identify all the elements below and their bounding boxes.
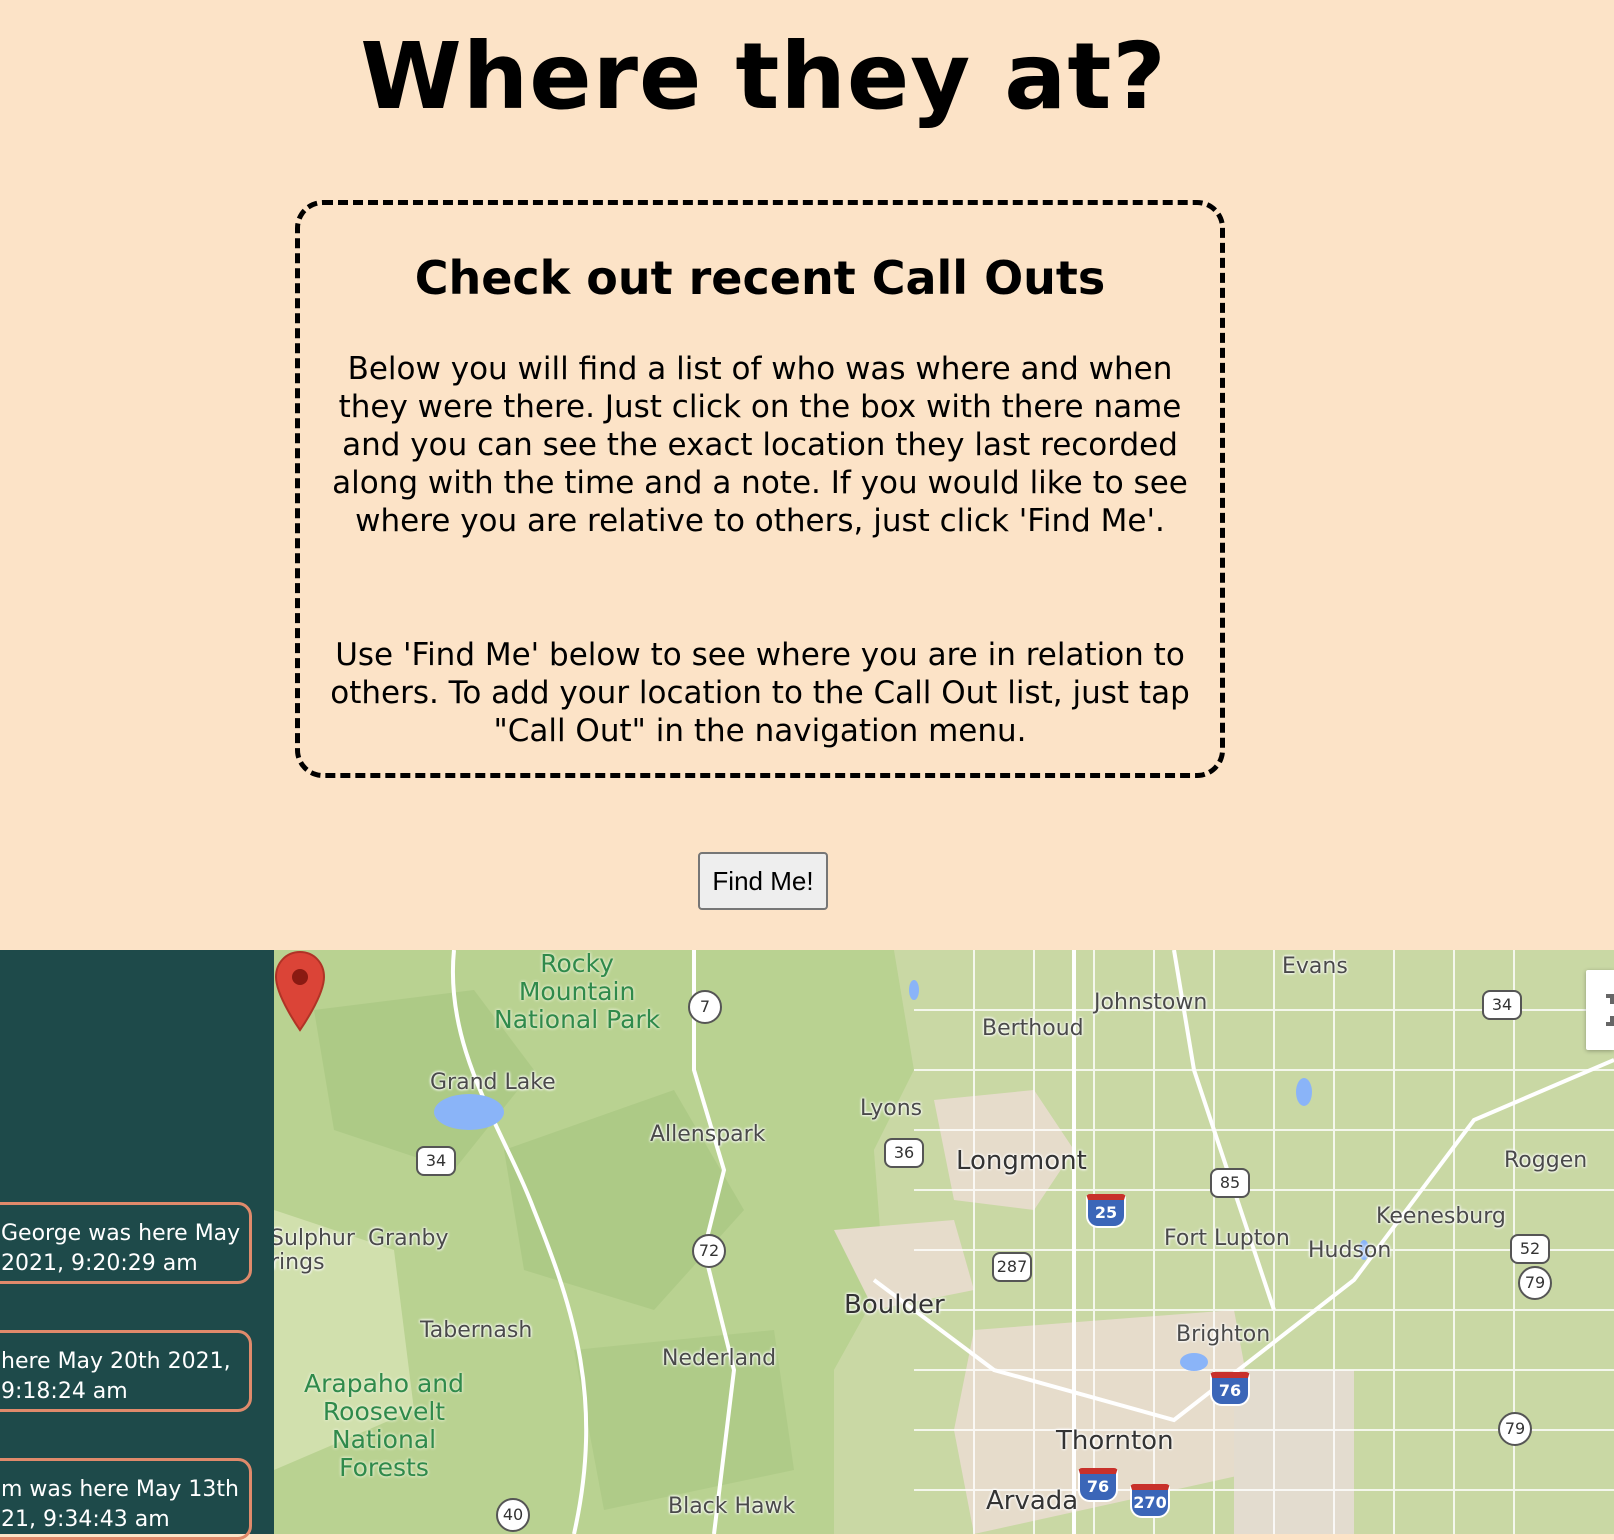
fullscreen-button[interactable]: [1586, 970, 1614, 1050]
map-label-tabernash: Tabernash: [420, 1318, 533, 1343]
fullscreen-icon: [1606, 994, 1614, 1026]
site-title: Where they at?: [360, 23, 1167, 130]
map-label-granby: Granby: [368, 1226, 449, 1251]
map-label-boulder: Boulder: [844, 1290, 945, 1320]
map-label-johnstown: Johnstown: [1094, 990, 1208, 1015]
map-view[interactable]: Rocky Mountain National Park Arapaho and…: [274, 950, 1614, 1534]
callout-item[interactable]: m was here May 13th 21, 9:34:43 am: [0, 1458, 252, 1540]
info-box: Check out recent Call Outs Below you wil…: [295, 200, 1225, 778]
interstate-shield: 76: [1078, 1468, 1118, 1502]
map-label-keenesburg: Keenesburg: [1376, 1204, 1506, 1229]
map-label-hudson: Hudson: [1308, 1238, 1392, 1263]
map-label-black-hawk: Black Hawk: [668, 1494, 796, 1519]
map-label-thornton: Thornton: [1056, 1426, 1174, 1456]
callout-text-line1: here May 20th 2021,: [1, 1349, 231, 1374]
route-shield: 40: [496, 1498, 530, 1532]
route-shield: 34: [1482, 990, 1522, 1020]
route-shield: 7: [688, 990, 722, 1024]
callout-item[interactable]: here May 20th 2021, 9:18:24 am: [0, 1330, 252, 1412]
route-shield: 79: [1498, 1412, 1532, 1446]
route-shield: 34: [416, 1146, 456, 1176]
route-shield: 72: [692, 1234, 726, 1268]
callout-text-line2: 2021, 9:20:29 am: [1, 1251, 198, 1276]
callout-text-line1: George was here May: [1, 1221, 241, 1246]
map-label-longmont: Longmont: [956, 1146, 1087, 1176]
map-label-nederland: Nederland: [662, 1346, 777, 1371]
map-label-arapaho: Arapaho and Roosevelt National Forests: [304, 1369, 465, 1482]
callout-item[interactable]: George was here May 2021, 9:20:29 am: [0, 1202, 252, 1284]
route-shield: 52: [1510, 1234, 1550, 1264]
route-shield: 79: [1518, 1266, 1552, 1300]
callout-text-line2: 9:18:24 am: [1, 1379, 128, 1404]
interstate-shield: 25: [1086, 1194, 1126, 1228]
route-shield: 36: [884, 1138, 924, 1168]
map-label-brighton: Brighton: [1176, 1322, 1271, 1347]
map-label-allenspark: Allenspark: [650, 1122, 766, 1147]
interstate-shield: 270: [1130, 1484, 1170, 1518]
map-label-springs: rings: [274, 1250, 325, 1275]
callout-text-line1: m was here May 13th: [1, 1477, 239, 1502]
info-heading: Check out recent Call Outs: [414, 251, 1106, 305]
interstate-shield: 76: [1210, 1372, 1250, 1406]
map-label-roggen: Roggen: [1504, 1148, 1588, 1173]
location-marker-icon[interactable]: [274, 950, 326, 1032]
map-label-evans: Evans: [1282, 954, 1348, 979]
callout-text-line2: 21, 9:34:43 am: [1, 1507, 170, 1532]
map-label-grand-lake: Grand Lake: [430, 1070, 556, 1095]
map-terrain: [274, 950, 1614, 1534]
map-label-arvada: Arvada: [986, 1486, 1079, 1516]
info-paragraph-1: Below you will find a list of who was wh…: [332, 351, 1188, 539]
route-shield: 287: [992, 1252, 1032, 1282]
find-me-button[interactable]: Find Me!: [698, 852, 828, 910]
callout-sidebar: George was here May 2021, 9:20:29 am her…: [0, 950, 274, 1540]
map-label-sulphur: Sulphur: [274, 1226, 355, 1251]
route-shield: 85: [1210, 1168, 1250, 1198]
info-paragraph-2: Use 'Find Me' below to see where you are…: [330, 637, 1190, 749]
map-label-fort-lupton: Fort Lupton: [1164, 1226, 1290, 1251]
map-label-lyons: Lyons: [860, 1096, 923, 1121]
map-label-rocky-mountain: Rocky Mountain National Park: [494, 950, 661, 1034]
map-label-berthoud: Berthoud: [982, 1016, 1084, 1041]
